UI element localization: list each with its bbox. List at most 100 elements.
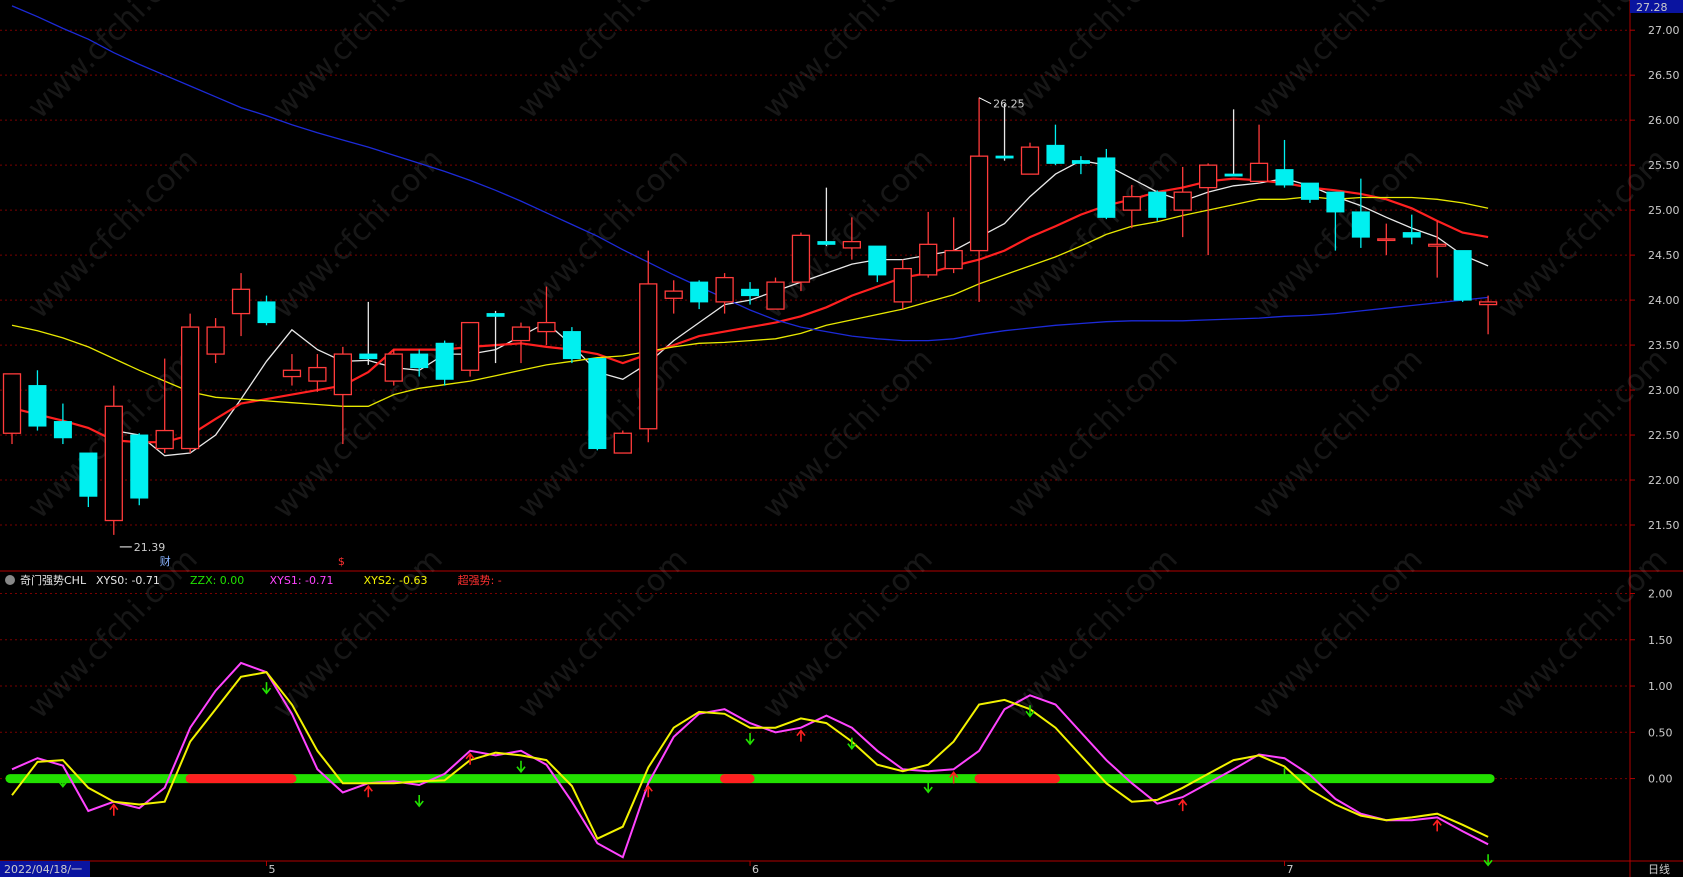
candle-up[interactable] — [791, 232, 811, 292]
candle-up[interactable] — [1173, 166, 1192, 238]
candle-down[interactable] — [690, 280, 709, 310]
buy-arrow-icon — [1178, 798, 1188, 812]
candle-up[interactable] — [715, 273, 734, 314]
candle-up[interactable] — [639, 250, 658, 443]
candle-down[interactable] — [868, 245, 887, 283]
watermark-text: www.cfchi.com — [1001, 342, 1185, 526]
candle-down[interactable] — [359, 301, 378, 365]
price-tick-label: 22.50 — [1648, 429, 1680, 442]
candle-up[interactable] — [944, 217, 963, 274]
watermark-text: www.cfchi.com — [1001, 542, 1185, 726]
candle-down[interactable] — [1224, 109, 1243, 177]
candle-up[interactable] — [180, 313, 200, 454]
candle-up[interactable] — [969, 97, 989, 302]
top-price-label-text: 27.28 — [1636, 1, 1668, 14]
price-tick-label: 23.50 — [1648, 339, 1680, 352]
candle-body — [969, 155, 989, 252]
candle-body — [791, 234, 811, 283]
candle-up[interactable] — [664, 280, 683, 314]
candle-up[interactable] — [893, 259, 912, 310]
candle-down[interactable] — [588, 358, 607, 451]
candle-up[interactable] — [104, 385, 123, 535]
indicator-name: 奇门强势CHL — [20, 573, 87, 587]
candle-down[interactable] — [995, 103, 1014, 161]
candle-body — [511, 326, 531, 342]
candle-up[interactable] — [206, 318, 225, 364]
candle-body — [1199, 164, 1218, 189]
candle-down[interactable] — [1402, 214, 1421, 245]
candle-up[interactable] — [919, 211, 938, 278]
candle-up[interactable] — [1428, 220, 1447, 278]
candle-up[interactable] — [308, 354, 327, 392]
watermark-text: www.cfchi.com — [511, 0, 695, 126]
candle-up[interactable] — [231, 273, 251, 337]
candle-down[interactable] — [562, 327, 581, 364]
buy-arrow-icon — [1432, 819, 1442, 832]
candle-down[interactable] — [1097, 148, 1116, 220]
candle-up[interactable] — [2, 373, 22, 445]
candle-body — [995, 155, 1014, 159]
candle-body — [664, 290, 683, 299]
watermark-text: www.cfchi.com — [266, 542, 450, 726]
candle-body — [1377, 238, 1396, 242]
event-mark[interactable]: $ — [338, 555, 345, 568]
period-label[interactable]: 日线 — [1648, 862, 1670, 876]
indicator-tick-label: 0.00 — [1648, 773, 1673, 786]
stock-chart: www.cfchi.com www.cfchi.com www.cfchi.com w… — [0, 0, 1683, 877]
candle-up[interactable] — [613, 430, 632, 454]
candle-body — [1275, 169, 1294, 186]
candle-down[interactable] — [1275, 139, 1294, 188]
candle-body — [893, 267, 912, 303]
candle-body — [1046, 144, 1065, 164]
candle-body — [130, 434, 149, 499]
candle-down[interactable] — [1148, 190, 1167, 221]
candle-up[interactable] — [766, 277, 785, 310]
start-date: 2022/04/18/一 — [4, 863, 82, 876]
candle-down[interactable] — [28, 370, 47, 431]
candle-body — [1020, 146, 1040, 175]
watermark-text: www.cfchi.com — [21, 0, 205, 126]
candle-body — [944, 249, 963, 270]
low-price-label: 21.39 — [134, 541, 166, 554]
candle-up[interactable] — [1377, 223, 1396, 256]
watermark-text: www.cfchi.com — [1246, 0, 1430, 126]
candle-body — [1249, 162, 1269, 182]
candle-body — [1453, 250, 1472, 301]
watermark-text: www.cfchi.com — [1491, 0, 1675, 126]
watermark-text: www.cfchi.com — [266, 0, 450, 126]
candle-up[interactable] — [282, 354, 302, 386]
event-mark[interactable]: 财 — [160, 554, 171, 568]
candle-down[interactable] — [486, 310, 505, 364]
collapse-icon[interactable] — [5, 575, 15, 585]
candle-down[interactable] — [1300, 182, 1319, 203]
moving-average-lines — [11, 5, 1489, 457]
price-tick-label: 23.00 — [1648, 384, 1680, 397]
sell-arrow-icon — [1483, 854, 1493, 867]
candle-body — [257, 301, 276, 324]
candle-up[interactable] — [1478, 295, 1498, 335]
candle-down[interactable] — [1046, 124, 1065, 166]
candle-down[interactable] — [435, 340, 454, 386]
candle-down[interactable] — [130, 433, 149, 506]
low-price-marker: 21.39 — [134, 541, 166, 554]
candle-body — [1097, 157, 1116, 218]
month-label: 6 — [752, 863, 759, 876]
candle-body — [1402, 232, 1421, 238]
watermark-text: www.cfchi.com — [511, 542, 695, 726]
indicator-legend: 奇门强势CHL XYS0: -0.71 ZZX: 0.00 XYS1: -0.71 X… — [5, 573, 502, 587]
price-tick-label: 21.50 — [1648, 519, 1680, 532]
candle-up[interactable] — [460, 321, 480, 377]
candle-up[interactable] — [1249, 124, 1269, 184]
watermark-text: www.cfchi.com — [1246, 342, 1430, 526]
candle-body — [180, 326, 200, 450]
candle-up[interactable] — [1020, 142, 1040, 175]
candle-down[interactable] — [79, 452, 98, 508]
month-label: 7 — [1287, 863, 1294, 876]
candle-body — [919, 243, 938, 276]
candle-down[interactable] — [1453, 250, 1472, 302]
candle-up[interactable] — [384, 349, 403, 386]
watermark-text: www.cfchi.com — [756, 342, 940, 526]
bottom-date-bar: 2022/04/18/一 日线 5 6 7 — [0, 861, 1670, 877]
candle-body — [868, 245, 887, 276]
candle-down[interactable] — [53, 403, 72, 445]
